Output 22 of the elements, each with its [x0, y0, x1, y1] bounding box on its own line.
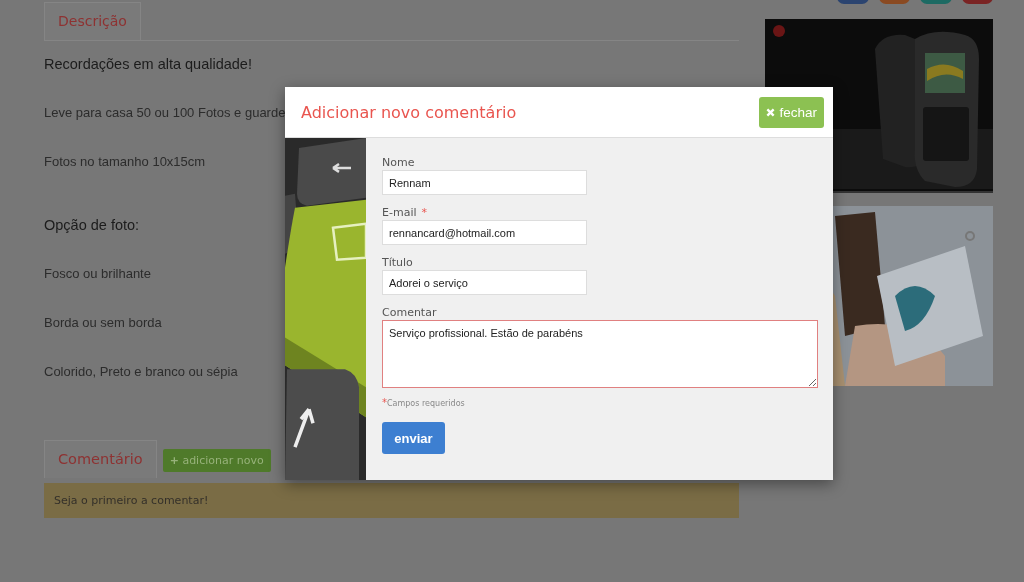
add-new-button[interactable]: + adicionar novo: [162, 448, 271, 472]
close-button[interactable]: fechar: [759, 96, 824, 128]
required-fields-note: *Campos requeridos: [382, 397, 465, 408]
comment-field[interactable]: Serviço profissional. Estão de parabéns: [382, 320, 818, 388]
text-field[interactable]: rennancard@hotmail.com: [382, 220, 587, 245]
paragraph-text: Fotos no tamanho 10x15cm: [44, 154, 206, 171]
text-field[interactable]: Adorei o serviço: [382, 270, 587, 295]
field-label: Título: [382, 256, 413, 270]
section-heading: Recordações em alta qualidade!: [44, 56, 252, 74]
field-label: E-mail *: [382, 206, 427, 220]
empty-comments-notice: Seja o primeiro a comentar!: [44, 483, 739, 518]
submit-button[interactable]: enviar: [382, 422, 445, 454]
close-icon: [766, 107, 776, 117]
section-heading: Opção de foto:: [44, 217, 140, 235]
paragraph-text: Colorido, Preto e branco ou sépia: [44, 364, 238, 381]
dialog-title: Adicionar novo comentário: [301, 102, 517, 122]
text-field[interactable]: Rennam: [382, 170, 587, 195]
field-label: Comentar: [382, 306, 437, 320]
paragraph-text: Leve para casa 50 ou 100 Fotos e guarde: [44, 105, 286, 122]
field-label: Nome: [382, 156, 415, 170]
paragraph-text: Fosco ou brilhante: [44, 266, 151, 283]
paragraph-text: Borda ou sem borda: [44, 315, 162, 332]
